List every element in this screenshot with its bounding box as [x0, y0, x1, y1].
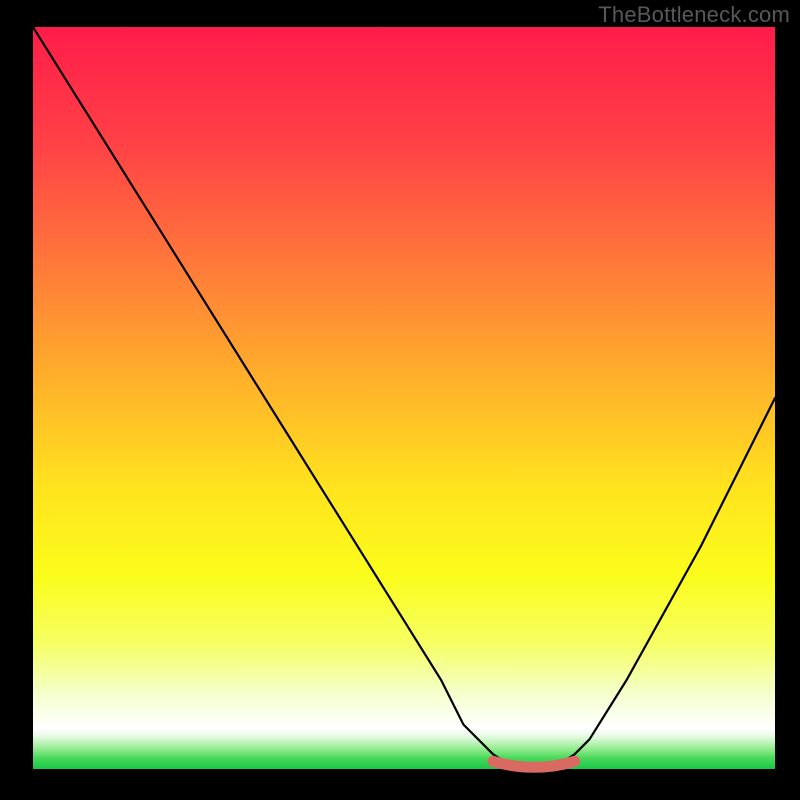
accent-trough [493, 761, 575, 767]
plot-background [33, 27, 775, 769]
watermark-text: TheBottleneck.com [598, 2, 790, 28]
bottleneck-chart [0, 0, 800, 800]
